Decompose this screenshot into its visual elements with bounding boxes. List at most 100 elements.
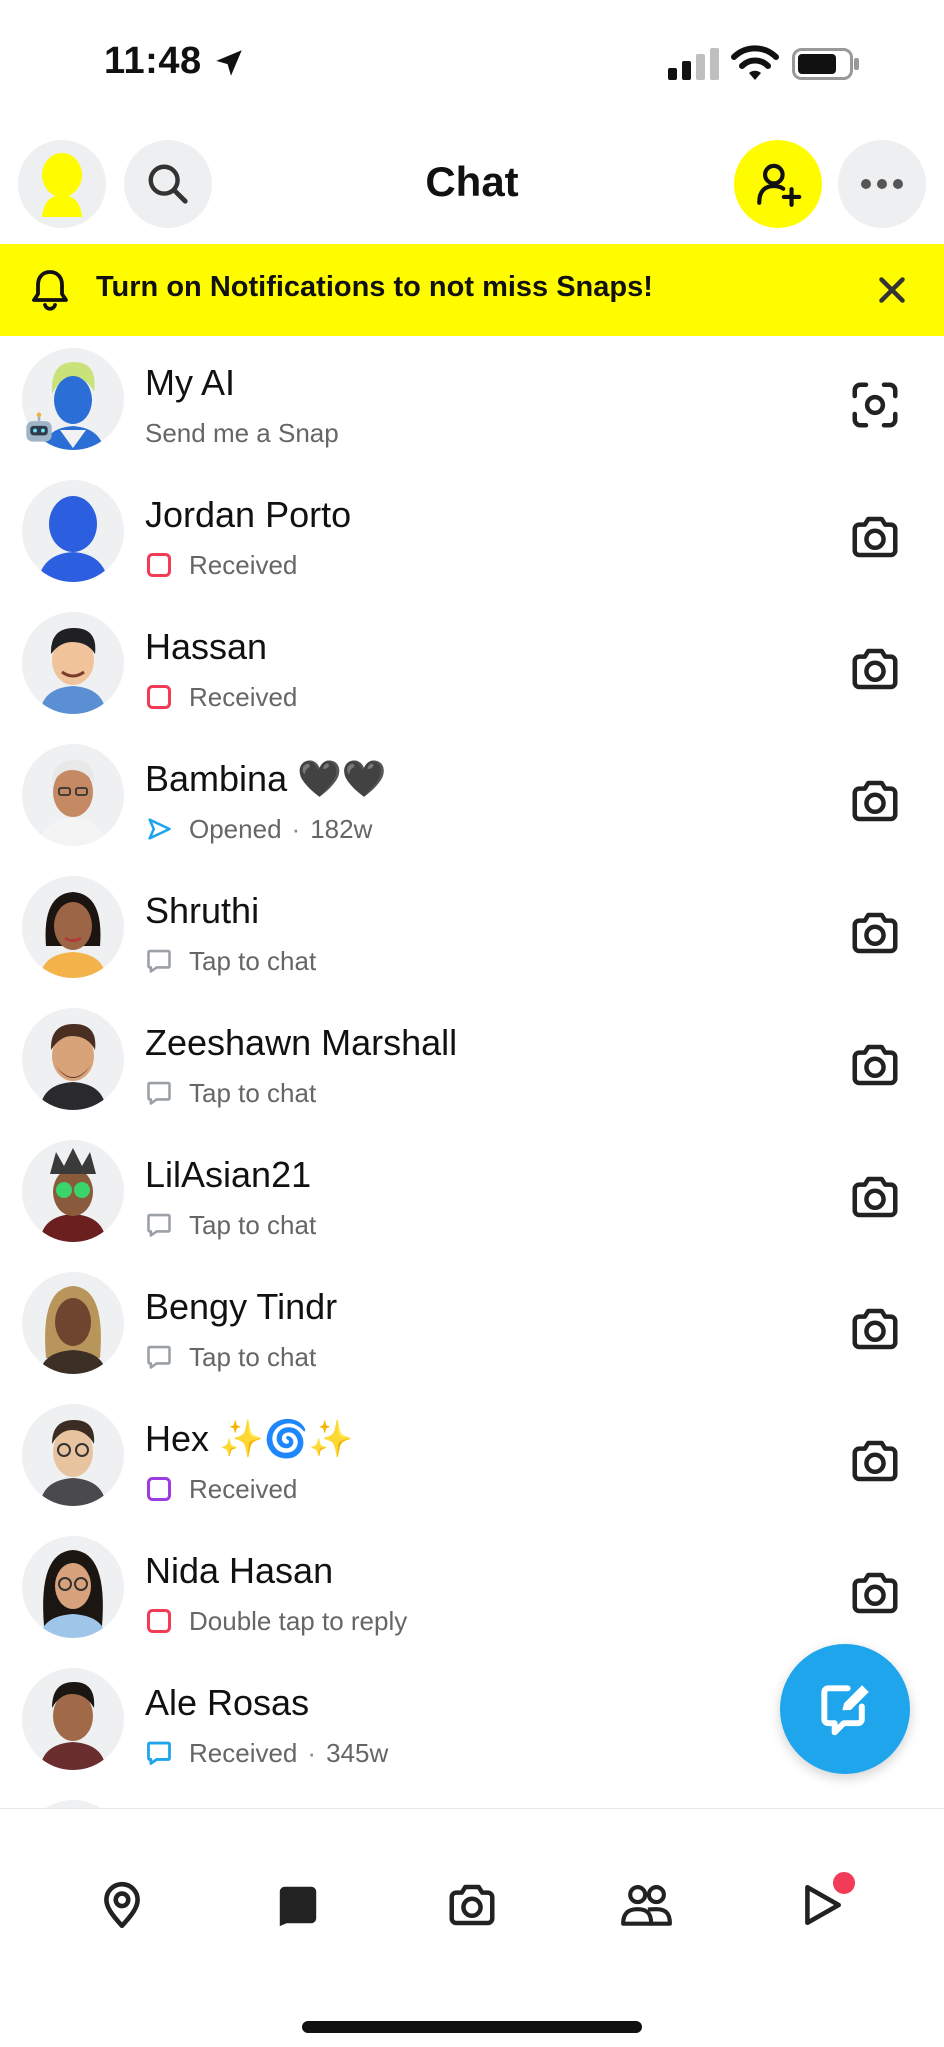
status-time: 11:48 — [104, 40, 202, 82]
chat-name: Hassan — [145, 626, 268, 667]
banner-text: Turn on Notifications to not miss Snaps! — [96, 271, 653, 303]
camera-icon[interactable] — [848, 1170, 902, 1224]
chat-row[interactable]: Bambina 🖤🖤 Opened · 182w — [0, 734, 944, 866]
chat-bubble-icon — [147, 949, 171, 973]
chat-row[interactable]: Zeeshawn Marshall Tap to chat — [0, 998, 944, 1130]
chat-bubble-icon — [147, 1345, 171, 1369]
chat-row[interactable]: LilAsian21 Tap to chat — [0, 1130, 944, 1262]
location-arrow-icon — [216, 50, 242, 76]
camera-icon[interactable] — [848, 906, 902, 960]
compose-icon — [821, 1685, 869, 1736]
chat-name: Hex ✨🌀✨ — [145, 1418, 354, 1459]
friends-icon — [621, 1885, 672, 1926]
status-age: 345w — [326, 1737, 389, 1768]
battery-icon — [792, 48, 859, 80]
chat-bubble-icon — [147, 1081, 171, 1105]
received-snap-icon — [146, 684, 172, 710]
opened-arrow-icon — [148, 818, 171, 840]
camera-icon[interactable] — [848, 1302, 902, 1356]
chat-row[interactable]: Hassan Received — [0, 602, 944, 734]
chat-name: Jordan Porto — [145, 494, 352, 535]
status-text: Tap to chat — [189, 1077, 317, 1108]
status-text: Received — [189, 1737, 298, 1768]
status-bar: 11:48 — [0, 0, 944, 130]
add-friend-icon — [757, 163, 802, 207]
nav-camera[interactable] — [442, 1875, 502, 1935]
more-options-button[interactable] — [838, 140, 926, 228]
map-icon — [104, 1881, 140, 1929]
chat-icon — [279, 1886, 317, 1927]
avatar — [22, 876, 124, 978]
nav-stories[interactable] — [792, 1869, 858, 1935]
camera-icon[interactable] — [848, 1434, 902, 1488]
chat-status: Tap to chat — [145, 944, 316, 978]
camera-icon[interactable] — [848, 774, 902, 828]
scan-icon[interactable] — [848, 378, 902, 432]
avatar — [22, 744, 124, 846]
avatar — [22, 480, 124, 582]
status-age: 182w — [310, 813, 373, 844]
new-chat-button[interactable] — [780, 1644, 910, 1774]
status-text: Tap to chat — [189, 1209, 317, 1240]
chat-name: Bambina 🖤🖤 — [145, 758, 387, 799]
status-text: Received — [189, 681, 298, 712]
camera-icon[interactable] — [848, 642, 902, 696]
chat-row[interactable]: Hex ✨🌀✨ Received — [0, 1394, 944, 1526]
chat-row[interactable]: Shruthi Tap to chat — [0, 866, 944, 998]
chat-row[interactable]: My AI Send me a Snap — [0, 338, 944, 470]
chat-header: Chat — [0, 140, 944, 240]
chat-name: Nida Hasan — [145, 1550, 334, 1591]
chat-name: My AI — [145, 362, 236, 403]
chat-row[interactable]: Nida Hasan Double tap to reply — [0, 1526, 944, 1658]
chat-name: Shruthi — [145, 890, 260, 931]
chat-status: Opened · 182w — [145, 812, 372, 846]
chat-status: Received · 345w — [145, 1736, 388, 1770]
avatar — [22, 1140, 124, 1242]
wifi-icon — [731, 45, 779, 80]
received-video-icon — [146, 1476, 172, 1502]
received-snap-icon — [146, 1608, 172, 1634]
home-indicator — [302, 2021, 642, 2033]
received-snap-icon — [146, 552, 172, 578]
avatar — [22, 1008, 124, 1110]
avatar — [22, 1536, 124, 1638]
notification-banner[interactable]: Turn on Notifications to not miss Snaps! — [0, 244, 944, 336]
nav-chat[interactable] — [268, 1875, 328, 1935]
received-chat-icon — [147, 1741, 171, 1765]
chat-status: Send me a Snap — [145, 416, 339, 450]
camera-icon — [449, 1884, 495, 1926]
bottom-nav — [0, 1808, 944, 2047]
chat-status: Received — [145, 680, 297, 714]
chat-status: Tap to chat — [145, 1340, 316, 1374]
nav-friends[interactable] — [616, 1875, 676, 1935]
status-text: Received — [189, 549, 298, 580]
status-text: Tap to chat — [189, 1341, 317, 1372]
nav-map[interactable] — [92, 1875, 152, 1935]
avatar — [22, 1404, 124, 1506]
cellular-signal-icon — [668, 48, 719, 80]
add-friend-button[interactable] — [734, 140, 822, 228]
chat-row[interactable]: Bengy Tindr Tap to chat — [0, 1262, 944, 1394]
camera-icon[interactable] — [848, 1566, 902, 1620]
chat-status: Received — [145, 1472, 297, 1506]
avatar — [22, 612, 124, 714]
chat-bubble-icon — [147, 1213, 171, 1237]
status-text: Opened — [189, 813, 282, 844]
chat-row[interactable]: Jordan Porto Received — [0, 470, 944, 602]
avatar — [22, 1668, 124, 1770]
status-text: Received — [189, 1473, 298, 1504]
close-icon[interactable] — [874, 272, 910, 308]
status-text: Send me a Snap — [145, 417, 339, 448]
chat-status: Double tap to reply — [145, 1604, 407, 1638]
chat-status: Tap to chat — [145, 1208, 316, 1242]
camera-icon[interactable] — [848, 1038, 902, 1092]
status-text: Double tap to reply — [189, 1605, 408, 1636]
robot-icon — [26, 412, 52, 442]
chat-list: My AI Send me a Snap Jordan Porto Receiv… — [0, 338, 944, 1902]
chat-name: Ale Rosas — [145, 1682, 310, 1723]
status-text: Tap to chat — [189, 945, 317, 976]
notification-dot — [830, 1869, 858, 1897]
chat-name: Zeeshawn Marshall — [145, 1022, 458, 1063]
camera-icon[interactable] — [848, 510, 902, 564]
ellipsis-icon — [861, 179, 903, 189]
